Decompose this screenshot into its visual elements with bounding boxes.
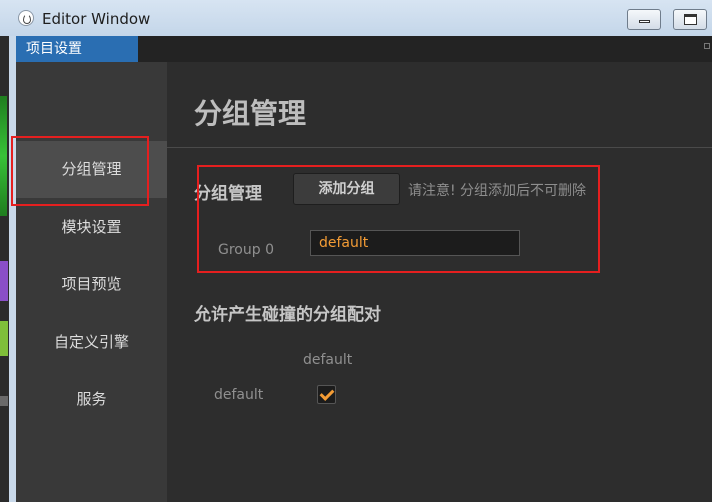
background-app-graphic [0,96,7,216]
collision-row-label: default [214,387,264,403]
sidebar-item-group-management[interactable]: 分组管理 [16,141,167,198]
window-titlebar: Editor Window [0,0,712,36]
background-app-graphic [0,396,8,406]
background-app-strip [0,36,9,502]
window-title: Editor Window [42,10,151,28]
tab-bar: 项目设置 [16,36,712,62]
app-logo-icon [18,10,34,26]
main-content: 分组管理 分组管理 添加分组 请注意! 分组添加后不可删除 Group 0 允许… [167,62,712,502]
editor-window: 项目设置 分组管理 模块设置 项目预览 自定义引擎 服务 分组管理 分组管理 添… [16,36,712,502]
background-app-graphic [0,321,8,356]
section-title-collision: 允许产生碰撞的分组配对 [194,305,381,325]
divider [167,147,712,148]
maximize-button[interactable] [673,9,707,30]
group-name-input[interactable] [310,230,520,256]
tab-menu-icon[interactable] [704,43,710,49]
sidebar-item-module-settings[interactable]: 模块设置 [16,199,167,256]
background-app-graphic [0,261,8,301]
sidebar: 分组管理 模块设置 项目预览 自定义引擎 服务 [16,62,167,502]
collision-checkbox[interactable] [317,385,336,404]
sidebar-item-services[interactable]: 服务 [16,371,167,428]
sidebar-item-custom-engine[interactable]: 自定义引擎 [16,314,167,371]
page-title: 分组管理 [194,97,307,130]
sidebar-item-project-preview[interactable]: 项目预览 [16,256,167,313]
warning-hint: 请注意! 分组添加后不可删除 [408,183,587,199]
tab-project-settings[interactable]: 项目设置 [16,36,138,62]
group-label: Group 0 [218,242,274,258]
section-title-groups: 分组管理 [194,184,262,204]
minimize-button[interactable] [627,9,661,30]
collision-column-header: default [303,352,353,368]
add-group-button[interactable]: 添加分组 [293,173,400,205]
